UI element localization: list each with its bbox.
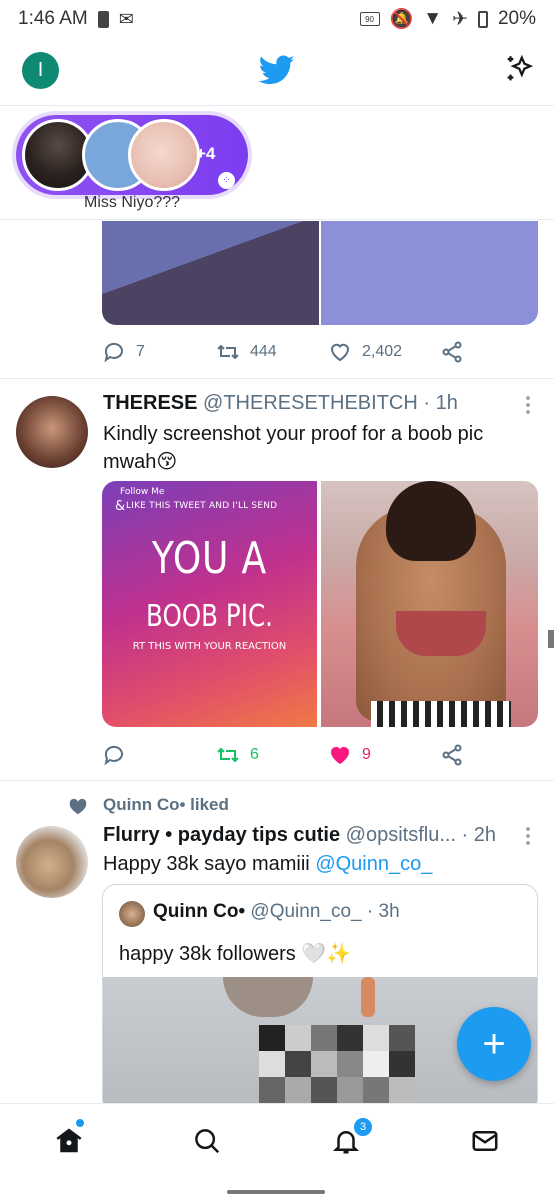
status-bar: 1:46 AM ✉ 90 🔕 ▼ ✈ 20% — [0, 0, 554, 38]
notification-badge: 3 — [354, 1118, 372, 1136]
sparkle-icon[interactable] — [502, 52, 536, 86]
like-button[interactable]: 9 — [328, 743, 371, 767]
top-app-bar: I — [0, 40, 554, 106]
divider — [0, 780, 554, 781]
media-image-photo — [321, 481, 538, 727]
promo-follow-text: Follow Me — [120, 487, 165, 497]
retweet-button[interactable]: 444 — [216, 340, 277, 364]
divider — [0, 378, 554, 379]
pixelated-region — [259, 1025, 415, 1103]
home-icon[interactable] — [54, 1126, 84, 1156]
mention-link[interactable]: @Quinn_co_ — [315, 853, 432, 875]
tweet-text-body: Happy 38k sayo mamiii — [103, 853, 316, 875]
messages-envelope-icon[interactable] — [470, 1126, 500, 1156]
mute-icon: 🔕 — [389, 9, 414, 30]
like-button[interactable]: 2,402 — [328, 340, 402, 364]
share-icon — [442, 341, 462, 363]
reply-icon — [104, 745, 123, 766]
scrollbar-thumb[interactable] — [548, 630, 554, 648]
quoted-tweet[interactable]: Quinn Co• @Quinn_co_ · 3h happy 38k foll… — [102, 884, 538, 1114]
reply-button[interactable] — [102, 743, 126, 767]
tweet-author-avatar[interactable] — [16, 826, 88, 898]
author-name[interactable]: Flurry • payday tips cutie — [103, 824, 340, 846]
retweet-icon — [217, 344, 239, 360]
airplane-icon: ✈ — [452, 8, 468, 30]
media-image — [102, 221, 319, 325]
compose-tweet-button[interactable]: + — [457, 1007, 531, 1081]
tweet-time: · 1h — [423, 392, 458, 414]
refresh-rate-icon: 90 — [359, 12, 380, 26]
quoted-author-handle: @Quinn_co_ — [250, 901, 362, 922]
heart-icon — [330, 343, 350, 362]
tweet-text: Happy 38k sayo mamiii @Quinn_co_ — [103, 850, 432, 878]
share-button[interactable] — [440, 743, 464, 767]
like-count: 2,402 — [362, 343, 403, 360]
status-time: 1:46 AM — [18, 8, 88, 29]
quoted-tweet-time: · 3h — [366, 901, 400, 922]
quoted-tweet-text: happy 38k followers 🤍✨ — [119, 943, 352, 965]
new-content-dot — [76, 1119, 84, 1127]
liked-by-label[interactable]: Quinn Co• liked — [103, 795, 229, 815]
reply-count: 7 — [136, 343, 145, 360]
fleets-bar: +4 ⁘ Miss Niyo??? — [0, 108, 554, 220]
tweet-author-avatar[interactable] — [16, 396, 88, 468]
spaces-icon: ⁘ — [218, 172, 235, 189]
heart-icon — [69, 798, 87, 815]
more-options-icon[interactable] — [526, 827, 532, 848]
retweet-count: 444 — [250, 343, 277, 360]
retweet-count: 6 — [250, 746, 259, 763]
bottom-navigation — [0, 1103, 554, 1179]
media-image — [321, 221, 538, 325]
tweet-text: Kindly screenshot your proof for a boob … — [103, 423, 484, 473]
quoted-author-avatar — [119, 901, 145, 927]
promo-like-text: LIKE THIS TWEET AND I'LL SEND — [126, 501, 278, 511]
media-image-promo: Follow Me & LIKE THIS TWEET AND I'LL SEN… — [102, 481, 317, 727]
twitter-bird-icon[interactable] — [259, 52, 295, 88]
fleet-group-button[interactable]: +4 ⁘ — [16, 115, 248, 195]
wifi-icon: ▼ — [423, 8, 443, 29]
author-handle[interactable]: @THERESETHEBITCH — [203, 392, 418, 414]
promo-subheadline: BOOB PIC. — [146, 599, 273, 634]
more-options-icon[interactable] — [526, 396, 532, 417]
tweet-header: THERESE @THERESETHEBITCH · 1h — [103, 392, 458, 415]
promo-rt-text: RT THIS WITH YOUR REACTION — [132, 641, 287, 652]
quoted-author-name: Quinn Co• — [153, 901, 246, 922]
reply-icon — [104, 342, 123, 363]
promo-amp-text: & — [115, 499, 126, 514]
tweet-media[interactable] — [102, 221, 538, 325]
retweet-icon — [217, 747, 239, 763]
fleet-name: Miss Niyo??? — [84, 194, 181, 211]
fleet-avatar — [128, 119, 200, 191]
fleet-extra-count: +4 — [196, 144, 216, 163]
battery-icon — [477, 10, 488, 28]
reply-button[interactable]: 7 — [102, 340, 145, 364]
author-handle[interactable]: @opsitsflu... — [346, 824, 456, 846]
share-icon — [442, 744, 462, 766]
share-button[interactable] — [440, 340, 464, 364]
heart-filled-icon — [331, 747, 349, 764]
promo-headline: YOU A — [151, 533, 268, 584]
battery-percent: 20% — [497, 8, 536, 29]
quoted-header: Quinn Co• @Quinn_co_ · 3h — [153, 901, 400, 923]
retweet-button[interactable]: 6 — [216, 743, 259, 767]
search-icon[interactable] — [192, 1126, 222, 1156]
gesture-nav-bar[interactable] — [227, 1190, 325, 1194]
gmail-icon: ✉ — [118, 8, 134, 29]
like-count: 9 — [362, 746, 371, 763]
author-name[interactable]: THERESE — [103, 392, 197, 414]
tweet-media[interactable]: Follow Me & LIKE THIS TWEET AND I'LL SEN… — [102, 481, 538, 727]
account-avatar-button[interactable]: I — [22, 52, 59, 89]
battery-saver-icon — [97, 10, 109, 28]
tweet-header: Flurry • payday tips cutie @opsitsflu...… — [103, 824, 496, 847]
tweet-time: · 2h — [461, 824, 497, 846]
